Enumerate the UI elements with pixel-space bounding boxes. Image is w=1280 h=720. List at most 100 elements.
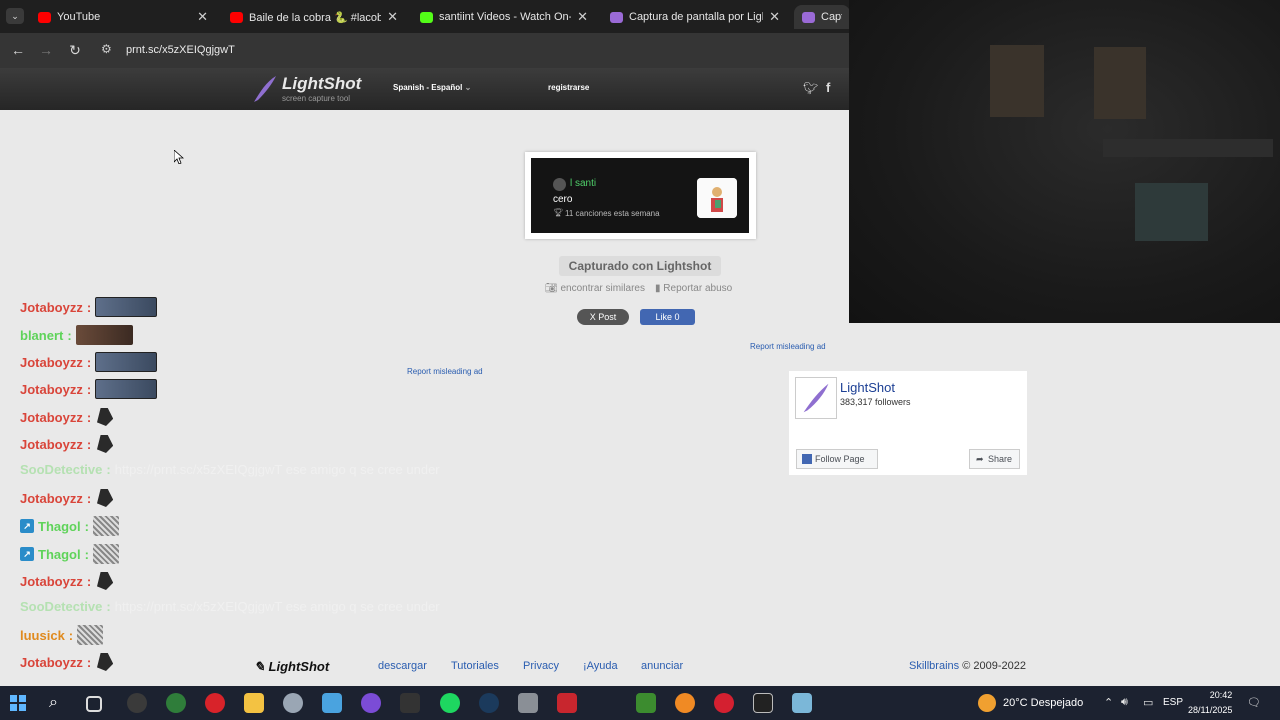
site-info-icon[interactable]: ⚙ <box>101 42 117 58</box>
facebook-icon <box>802 454 812 464</box>
find-similar-label: encontrar similares <box>560 283 645 294</box>
share-label: Share <box>988 454 1013 464</box>
app-icon[interactable] <box>361 693 381 713</box>
lightshot-footer <box>0 648 1280 686</box>
register-link[interactable]: registrarse <box>548 83 589 92</box>
chat-username: SooDetective <box>20 599 103 614</box>
forward-icon[interactable]: → <box>37 41 55 59</box>
tab-label: Captu <box>821 11 842 23</box>
address-bar[interactable]: prnt.sc/x5zXEIQgjgwT <box>126 44 235 56</box>
tab-kick[interactable]: santiint Videos - Watch On-De ✕ <box>412 5 596 29</box>
weather-text[interactable]: 20°C Despejado <box>1003 697 1083 709</box>
find-similar-link[interactable]: 📷︎ encontrar similares <box>545 283 645 294</box>
calculator-icon[interactable] <box>322 693 342 713</box>
steam-icon[interactable] <box>479 693 499 713</box>
footer-logo[interactable]: ✎ LightShot <box>254 659 329 675</box>
fl-studio-icon[interactable] <box>675 693 695 713</box>
close-icon[interactable]: ✕ <box>769 9 780 25</box>
footer-link-tutorials[interactable]: Tutoriales <box>451 660 499 672</box>
facebook-icon[interactable]: f <box>826 80 830 95</box>
app-icon[interactable] <box>714 693 734 713</box>
wall-painting <box>1135 183 1208 241</box>
tab-label: santiint Videos - Watch On-De <box>439 11 571 23</box>
facebook-followers: 383,317 followers <box>840 397 911 407</box>
chat-message: ↗ Thagol: <box>20 516 119 536</box>
opera-icon[interactable] <box>205 693 225 713</box>
clock-date[interactable]: 28/11/2025 <box>1188 705 1232 715</box>
back-icon[interactable]: ← <box>9 41 27 59</box>
chat-message: SooDetective: https://prnt.sc/x5zXEIQgjg… <box>20 462 440 477</box>
album-thumbnail <box>697 178 737 218</box>
report-abuse-link[interactable]: ▮ Reportar abuso <box>655 283 732 294</box>
language-indicator[interactable]: ESP <box>1163 697 1183 708</box>
start-button[interactable] <box>10 695 27 712</box>
lightshot-feather-icon[interactable] <box>795 377 837 419</box>
app-icon[interactable] <box>792 693 812 713</box>
tab-youtube[interactable]: YouTube ✕ <box>30 5 216 29</box>
facebook-page-name[interactable]: LightShot <box>840 380 895 395</box>
twitter-icon[interactable]: 🐦︎ <box>803 81 818 95</box>
chat-message: ↗ Thagol: <box>20 544 119 564</box>
tab-lightshot[interactable]: Captura de pantalla por Lightsh ✕ <box>602 5 788 29</box>
emote <box>77 625 104 645</box>
search-icon[interactable]: ⌕ <box>49 694 58 712</box>
chat-message: Jotaboyzz: <box>20 653 114 671</box>
youtube-icon <box>38 11 51 23</box>
language-label: Spanish - Español <box>393 83 463 92</box>
webcam-overlay <box>849 0 1280 323</box>
close-icon[interactable]: ✕ <box>387 9 398 25</box>
report-misleading-ad-link[interactable]: Report misleading ad <box>750 342 826 351</box>
chat-message: Jotaboyzz: <box>20 408 114 426</box>
youtube-icon <box>230 11 243 23</box>
tab-baile-cobra[interactable]: Baile de la cobra 🐍 #lacobra # ✕ <box>222 5 406 29</box>
tab-search-menu-button[interactable]: ⌄ <box>6 8 24 24</box>
reload-icon[interactable]: ↻ <box>66 41 84 59</box>
chevron-up-icon[interactable]: ⌃ <box>1104 696 1113 709</box>
network-icon[interactable]: ▭ <box>1143 696 1153 709</box>
wall-painting <box>1094 47 1146 119</box>
close-icon[interactable]: ✕ <box>577 9 588 25</box>
file-explorer-icon[interactable] <box>244 693 264 713</box>
notification-icon[interactable]: 🗨︎ <box>1247 696 1261 709</box>
obs-icon[interactable] <box>127 693 147 713</box>
footer-link-download[interactable]: descargar <box>378 660 427 672</box>
task-view-icon[interactable] <box>86 696 102 712</box>
report-misleading-ad-link[interactable]: Report misleading ad <box>407 367 483 376</box>
lightshot-feather-icon: ✎ <box>254 659 265 674</box>
screenshot-username: l santi <box>570 178 597 189</box>
chat-message: Jotaboyzz: <box>20 572 114 590</box>
minecraft-icon[interactable] <box>636 693 656 713</box>
chrome-icon[interactable] <box>166 693 186 713</box>
skillbrains-link[interactable]: Skillbrains <box>909 660 959 672</box>
language-select[interactable]: Spanish - Español ⌄ <box>393 83 471 92</box>
tab-lightshot-active[interactable]: Captu <box>794 5 850 29</box>
close-icon[interactable]: ✕ <box>197 9 208 25</box>
emote <box>95 379 158 399</box>
weather-icon[interactable] <box>978 694 996 712</box>
chat-message: Jotaboyzz: <box>20 379 158 399</box>
chat-username: Jotaboyzz <box>20 299 83 315</box>
volume-icon[interactable]: 🔊︎ <box>1121 696 1128 709</box>
app-icon[interactable] <box>400 693 420 713</box>
follow-page-button[interactable]: Follow Page <box>796 449 878 469</box>
emote <box>96 572 114 590</box>
app-icon[interactable] <box>753 693 773 713</box>
chat-message: luusick: <box>20 625 104 645</box>
facebook-like-button[interactable]: Like 0 <box>640 309 695 325</box>
footer-link-privacy[interactable]: Privacy <box>523 660 559 672</box>
x-post-button[interactable]: X Post <box>577 309 629 325</box>
clock-time[interactable]: 20:42 <box>1201 690 1241 700</box>
app-icon[interactable] <box>518 693 538 713</box>
tab-label: Baile de la cobra 🐍 #lacobra # <box>249 11 382 24</box>
screenshot-title: cero <box>553 194 573 205</box>
lightshot-logo[interactable]: LightShot <box>282 74 361 94</box>
footer-link-advertise[interactable]: anunciar <box>641 660 683 672</box>
share-button[interactable]: ➦ Share <box>969 449 1020 469</box>
spotify-icon[interactable] <box>440 693 460 713</box>
footer-logo-text: LightShot <box>268 659 330 674</box>
emote <box>75 325 133 345</box>
footer-link-help[interactable]: ¡Ayuda <box>583 660 618 672</box>
lightshot-icon <box>610 11 623 23</box>
app-icon[interactable] <box>283 693 303 713</box>
voicemeeter-icon[interactable] <box>557 693 577 713</box>
